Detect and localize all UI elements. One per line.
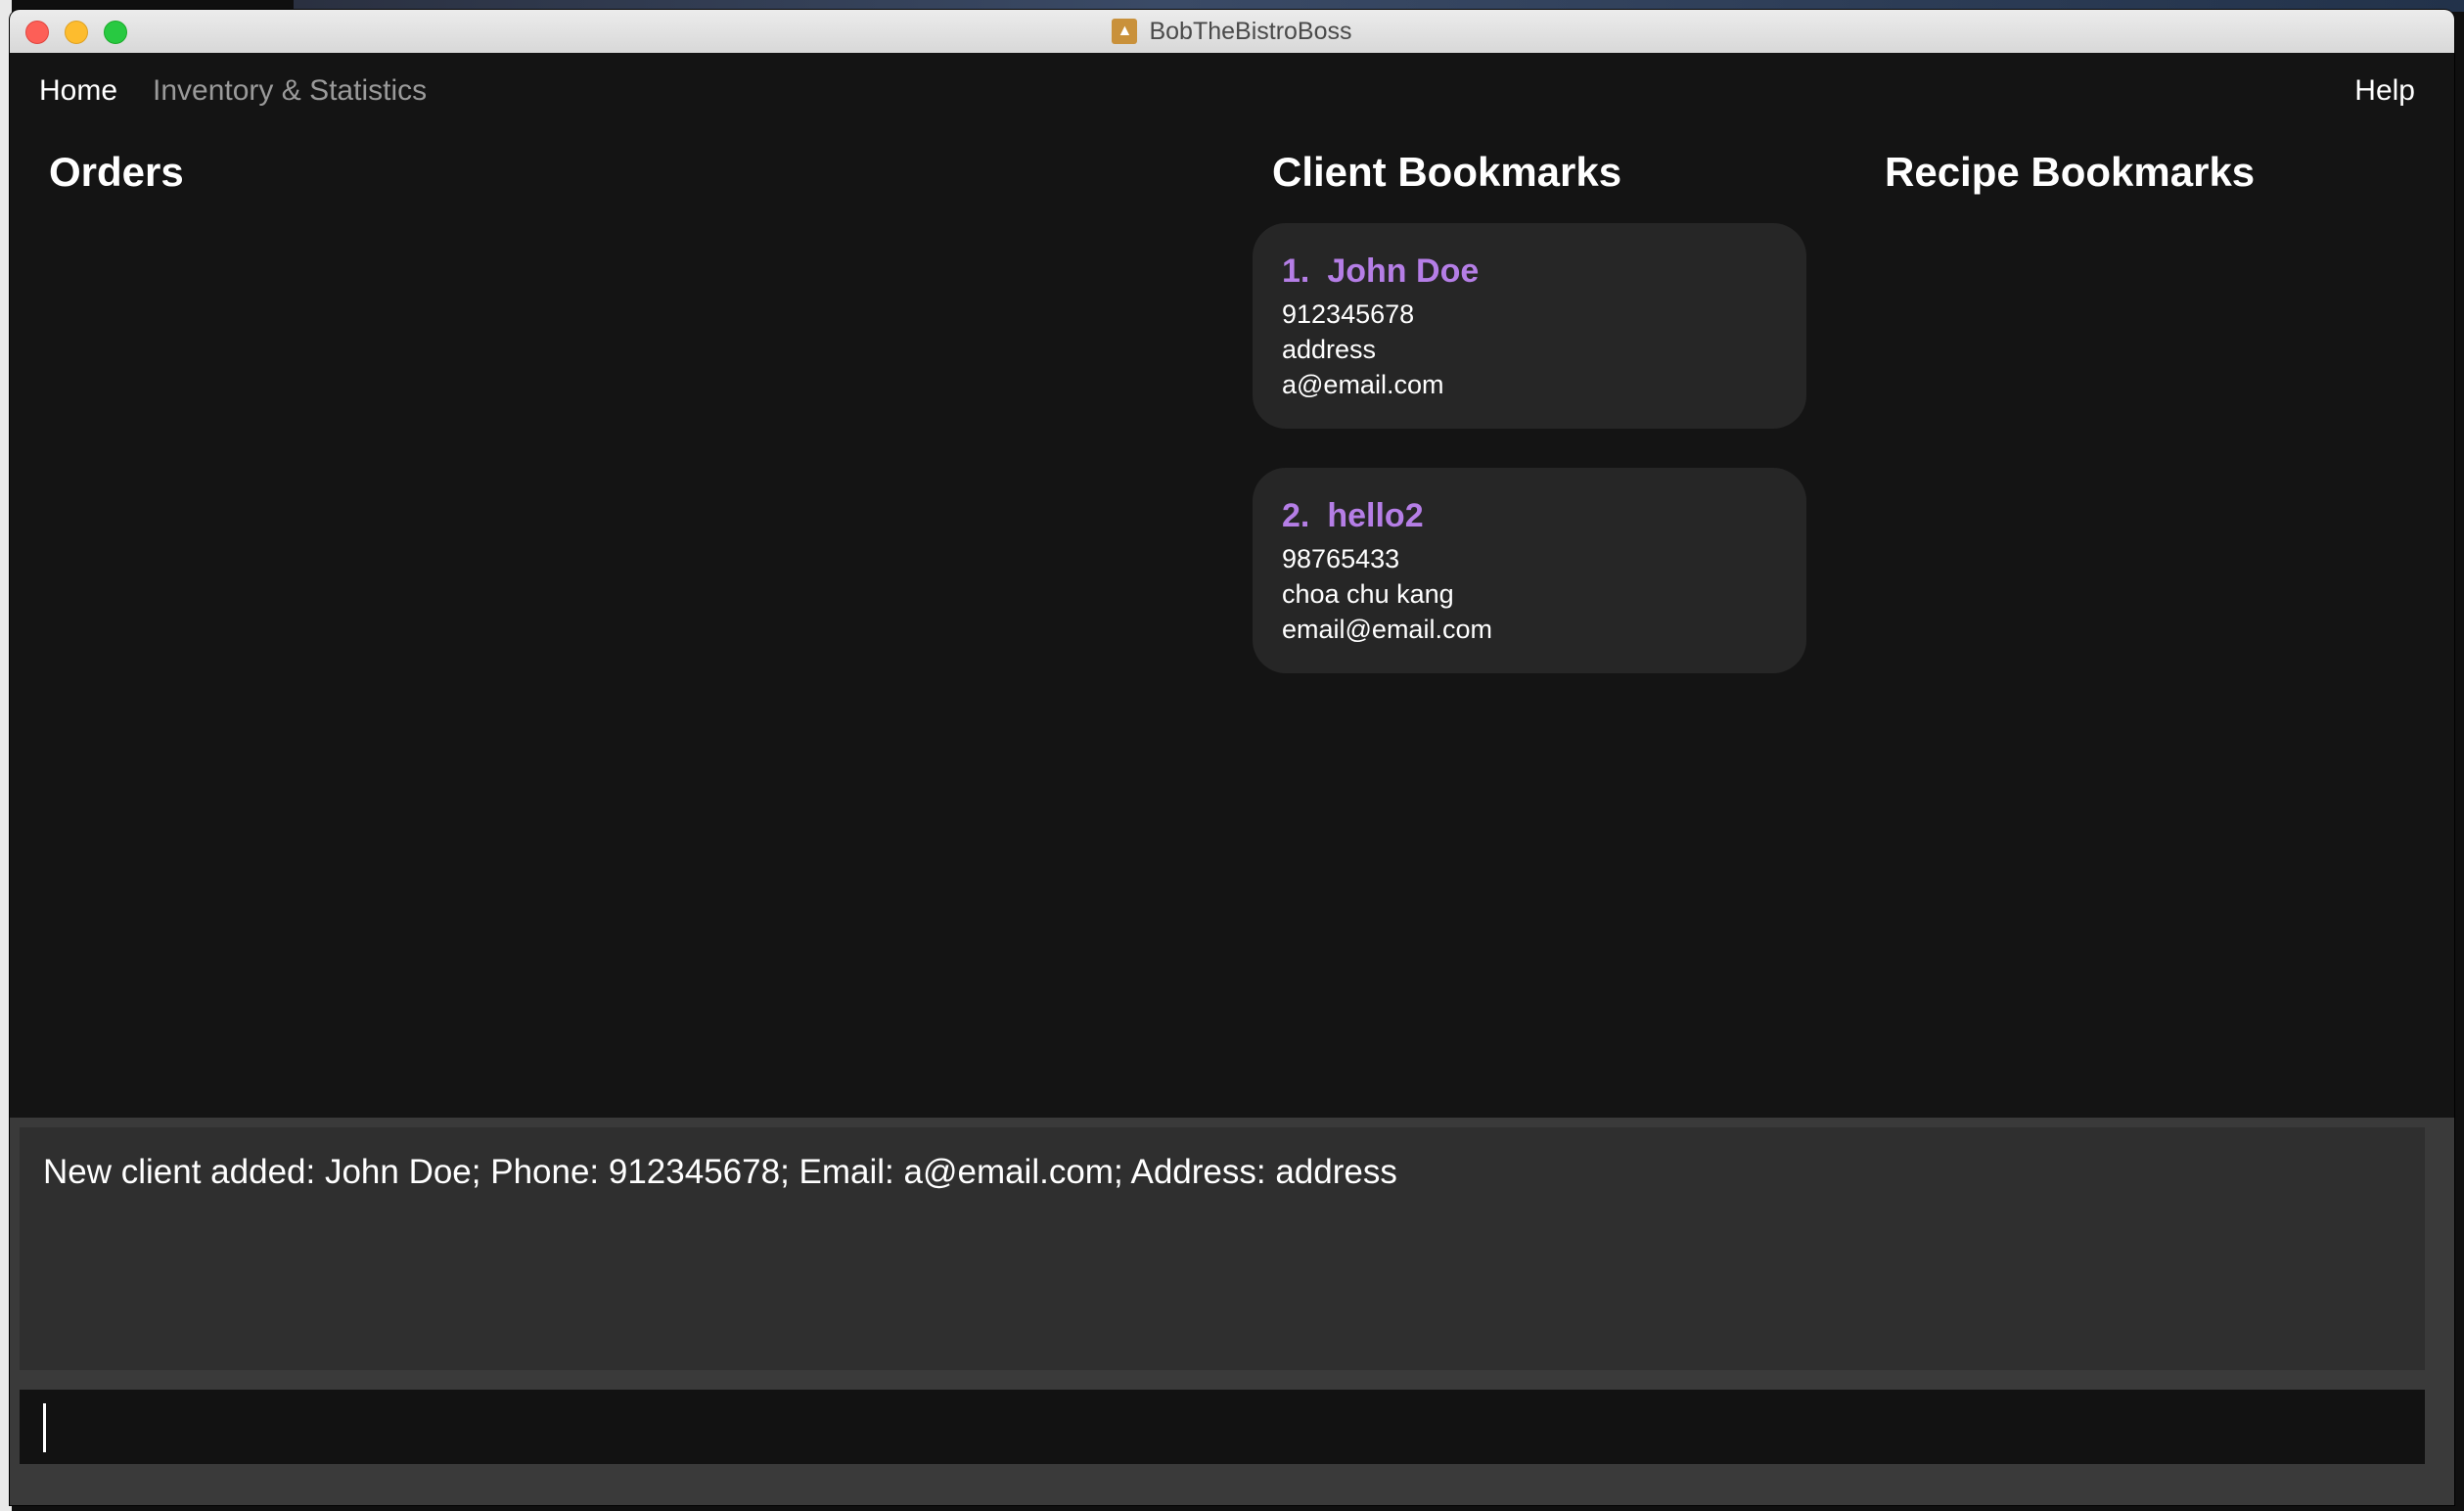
recipe-bookmarks-title: Recipe Bookmarks [1885, 149, 2256, 195]
client-email: a@email.com [1282, 370, 1444, 399]
client-email: email@email.com [1282, 615, 1492, 644]
menu-help[interactable]: Help [2354, 74, 2415, 108]
app-icon: ▲ [1112, 19, 1138, 44]
client-card[interactable]: 1. John Doe 912345678 address a@email.com [1253, 223, 1806, 429]
client-bookmarks-title: Client Bookmarks [1272, 149, 1622, 195]
menu-inventory-statistics[interactable]: Inventory & Statistics [153, 74, 427, 108]
window-title: BobTheBistroBoss [1149, 17, 1352, 45]
client-address: address [1282, 335, 1377, 364]
client-phone: 98765433 [1282, 544, 1400, 573]
result-message: New client added: John Doe; Phone: 91234… [43, 1153, 1397, 1191]
menu-home[interactable]: Home [39, 74, 117, 108]
client-index: 1. [1282, 252, 1310, 290]
client-phone: 912345678 [1282, 299, 1415, 329]
result-display[interactable]: New client added: John Doe; Phone: 91234… [20, 1127, 2425, 1370]
text-cursor [43, 1403, 46, 1452]
window-title-group: ▲ BobTheBistroBoss [10, 10, 2454, 53]
client-address: choa chu kang [1282, 579, 1454, 609]
client-name-row: 1. John Doe [1282, 252, 1806, 291]
title-bar[interactable]: ▲ BobTheBistroBoss [10, 10, 2454, 54]
command-input[interactable] [20, 1390, 2425, 1464]
client-index: 2. [1282, 497, 1310, 534]
orders-title: Orders [49, 149, 184, 195]
client-name: hello2 [1327, 497, 1424, 534]
menu-bar: Home Inventory & Statistics Help [10, 53, 2454, 121]
client-name-row: 2. hello2 [1282, 497, 1806, 535]
client-name: John Doe [1327, 252, 1480, 290]
client-card[interactable]: 2. hello2 98765433 choa chu kang email@em… [1253, 468, 1806, 673]
